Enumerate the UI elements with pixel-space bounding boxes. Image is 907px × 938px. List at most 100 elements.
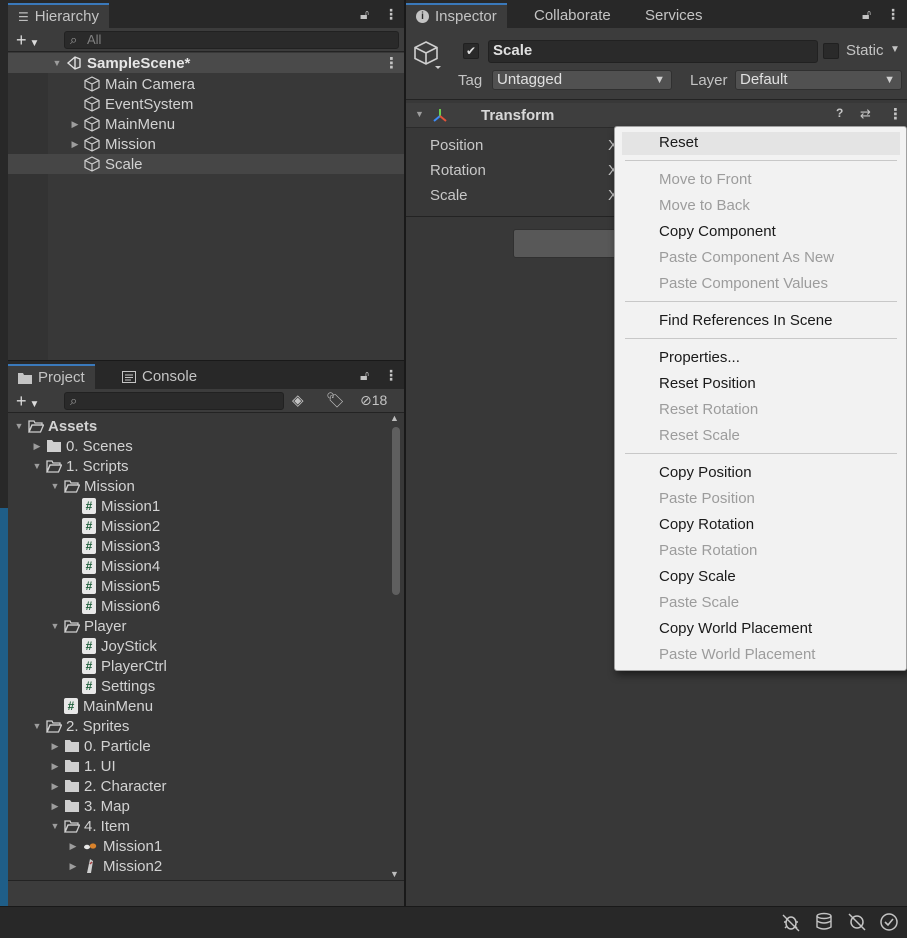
tree-item-sprite[interactable]: ▶ Mission1 bbox=[68, 836, 163, 856]
menu-item-copy-component[interactable]: Copy Component bbox=[659, 223, 776, 240]
hierarchy-item-event-system[interactable]: EventSystem bbox=[8, 94, 404, 114]
tree-item-folder[interactable]: ▶ 0. Particle bbox=[50, 736, 151, 756]
tree-label: 0. Scenes bbox=[66, 437, 133, 455]
fold-closed-icon[interactable]: ▶ bbox=[50, 801, 60, 812]
fold-open-icon[interactable]: ▼ bbox=[14, 421, 24, 431]
tab-inspector[interactable]: i Inspector bbox=[406, 3, 507, 28]
transform-component-header[interactable]: ▼ Transform ? ⇄ ⋮ bbox=[406, 103, 907, 128]
csharp-script-icon: # bbox=[82, 678, 96, 694]
hierarchy-search-input[interactable]: ⌕ All bbox=[64, 31, 399, 49]
fold-open-icon[interactable]: ▼ bbox=[50, 821, 60, 831]
menu-item-copy-rotation[interactable]: Copy Rotation bbox=[659, 516, 754, 533]
panel-menu-icon[interactable]: ⋮ bbox=[384, 367, 398, 384]
tab-console[interactable]: Console bbox=[112, 364, 207, 389]
help-icon[interactable]: ? bbox=[836, 106, 843, 120]
fold-closed-icon[interactable]: ▶ bbox=[32, 441, 42, 452]
filter-by-type-icon[interactable]: ◈ bbox=[292, 391, 304, 409]
tree-item-item-folder[interactable]: ▼ 4. Item bbox=[50, 816, 130, 836]
lock-icon[interactable]: 🔓︎ bbox=[360, 6, 369, 23]
tree-item-script[interactable]: # Mission4 bbox=[78, 556, 160, 576]
fold-open-icon[interactable]: ▼ bbox=[50, 621, 60, 631]
scene-row[interactable]: ▼ SampleScene* ⋮ bbox=[8, 53, 404, 73]
tree-item-script[interactable]: # Mission3 bbox=[78, 536, 160, 556]
static-checkbox[interactable] bbox=[823, 43, 839, 59]
bug-icon[interactable] bbox=[780, 911, 802, 933]
panel-menu-icon[interactable]: ⋮ bbox=[886, 6, 900, 23]
fold-closed-icon[interactable]: ▶ bbox=[70, 119, 80, 130]
tree-item-folder[interactable]: ▶ 3. Map bbox=[50, 796, 130, 816]
console-icon bbox=[122, 370, 136, 383]
scroll-thumb[interactable] bbox=[392, 427, 400, 595]
tree-item-script[interactable]: # MainMenu bbox=[60, 696, 153, 716]
fold-open-icon[interactable]: ▼ bbox=[32, 461, 42, 471]
scale-label: Scale bbox=[430, 187, 468, 204]
create-button[interactable]: + ▼ bbox=[16, 30, 39, 54]
tree-item-folder[interactable]: ▶ 1. UI bbox=[50, 756, 116, 776]
scroll-up-icon[interactable]: ▲ bbox=[390, 413, 399, 423]
cache-server-icon[interactable] bbox=[813, 911, 835, 933]
tree-item-script[interactable]: # Mission6 bbox=[78, 596, 160, 616]
create-button[interactable]: + ▼ bbox=[16, 391, 39, 415]
object-name-field[interactable]: Scale bbox=[488, 40, 818, 63]
filter-by-label-icon[interactable]: 🏷︎ bbox=[326, 391, 345, 409]
tab-collaborate[interactable]: Collaborate bbox=[524, 3, 621, 28]
presets-icon[interactable]: ⇄ bbox=[860, 106, 871, 122]
hierarchy-item-main-camera[interactable]: Main Camera bbox=[8, 74, 404, 94]
panel-menu-icon[interactable]: ⋮ bbox=[384, 6, 398, 23]
tree-item-scripts[interactable]: ▼ 1. Scripts bbox=[32, 456, 129, 476]
active-checkbox[interactable]: ✔ bbox=[463, 43, 479, 59]
menu-item-copy-world-placement[interactable]: Copy World Placement bbox=[659, 620, 812, 637]
menu-item-properties[interactable]: Properties... bbox=[659, 349, 740, 366]
tree-item-assets[interactable]: ▼ Assets bbox=[14, 416, 98, 436]
fold-closed-icon[interactable]: ▶ bbox=[50, 741, 60, 752]
gameobject-cube-icon[interactable] bbox=[414, 40, 442, 70]
fold-closed-icon[interactable]: ▶ bbox=[68, 861, 78, 872]
fold-closed-icon[interactable]: ▶ bbox=[68, 841, 78, 852]
hierarchy-item-scale[interactable]: Scale bbox=[8, 154, 404, 174]
hierarchy-item-mission[interactable]: ▶ Mission bbox=[8, 134, 404, 154]
menu-item-reset[interactable]: Reset bbox=[659, 134, 698, 151]
tree-item-sprite[interactable]: ▶ Mission2 bbox=[68, 856, 163, 876]
fold-closed-icon[interactable]: ▶ bbox=[70, 139, 80, 150]
checkmark-circle-icon[interactable] bbox=[878, 911, 900, 933]
scene-menu-icon[interactable]: ⋮ bbox=[384, 54, 399, 72]
gameobject-header: ✔ Scale Static ▼ Tag Untagged ▼ Layer De… bbox=[406, 28, 907, 100]
project-scrollbar[interactable]: ▲ ▼ bbox=[390, 413, 400, 879]
fold-open-icon[interactable]: ▼ bbox=[50, 481, 60, 491]
component-menu-icon[interactable]: ⋮ bbox=[888, 105, 903, 123]
tree-item-script[interactable]: # Mission2 bbox=[78, 516, 160, 536]
tree-item-sprites[interactable]: ▼ 2. Sprites bbox=[32, 716, 130, 736]
scroll-down-icon[interactable]: ▼ bbox=[390, 869, 399, 879]
tree-item-script[interactable]: # Mission1 bbox=[78, 496, 160, 516]
fold-closed-icon[interactable]: ▶ bbox=[50, 781, 60, 792]
hierarchy-item-main-menu[interactable]: ▶ MainMenu bbox=[8, 114, 404, 134]
static-dropdown-icon[interactable]: ▼ bbox=[890, 44, 900, 55]
tree-item-script[interactable]: # PlayerCtrl bbox=[78, 656, 167, 676]
tree-item-mission-folder[interactable]: ▼ Mission bbox=[50, 476, 135, 496]
project-search-input[interactable]: ⌕ bbox=[64, 392, 284, 410]
tag-dropdown[interactable]: Untagged ▼ bbox=[492, 70, 672, 90]
tree-item-folder[interactable]: ▶ 2. Character bbox=[50, 776, 167, 796]
fold-open-icon[interactable]: ▼ bbox=[52, 58, 62, 68]
auto-generate-lighting-icon[interactable] bbox=[846, 911, 868, 933]
tree-item-script[interactable]: # Mission5 bbox=[78, 576, 160, 596]
menu-item-copy-position[interactable]: Copy Position bbox=[659, 464, 752, 481]
lock-icon[interactable]: 🔓︎ bbox=[360, 367, 369, 384]
menu-item-reset-position[interactable]: Reset Position bbox=[659, 375, 756, 392]
tree-item-player-folder[interactable]: ▼ Player bbox=[50, 616, 127, 636]
tree-item-script[interactable]: # Settings bbox=[78, 676, 155, 696]
fold-closed-icon[interactable]: ▶ bbox=[50, 761, 60, 772]
tree-item-scenes[interactable]: ▶ 0. Scenes bbox=[32, 436, 133, 456]
hidden-packages-button[interactable]: ⊘18 bbox=[360, 392, 387, 409]
menu-item-find-references[interactable]: Find References In Scene bbox=[659, 312, 832, 329]
folder-open-icon bbox=[28, 420, 44, 433]
fold-open-icon[interactable]: ▼ bbox=[32, 721, 42, 731]
layer-dropdown[interactable]: Default ▼ bbox=[735, 70, 902, 90]
tab-services[interactable]: Services bbox=[635, 3, 713, 28]
lock-icon[interactable]: 🔓︎ bbox=[862, 6, 871, 23]
menu-item-copy-scale[interactable]: Copy Scale bbox=[659, 568, 736, 585]
tab-hierarchy[interactable]: ☰ Hierarchy bbox=[8, 3, 109, 28]
tab-project[interactable]: Project bbox=[8, 364, 95, 389]
fold-open-icon[interactable]: ▼ bbox=[415, 109, 424, 119]
tree-item-script[interactable]: # JoyStick bbox=[78, 636, 157, 656]
